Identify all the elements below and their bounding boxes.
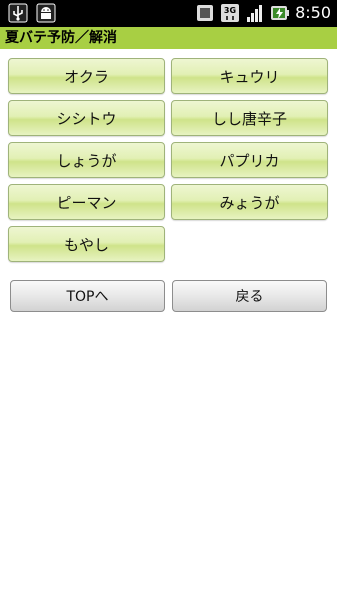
item-button-ginger[interactable]: しょうが [8, 142, 165, 178]
status-bar: 3G 8:50 [0, 0, 337, 27]
item-button-bean-sprouts[interactable]: もやし [8, 226, 165, 262]
item-button-cucumber[interactable]: キュウリ [171, 58, 328, 94]
item-button-paprika[interactable]: パプリカ [171, 142, 328, 178]
svg-text:3G: 3G [224, 6, 236, 15]
android-debug-icon [36, 3, 56, 23]
usb-icon [8, 3, 28, 23]
3g-icon: 3G [220, 3, 240, 23]
sim-icon [195, 3, 215, 23]
battery-charging-icon [270, 3, 290, 23]
item-button-myoga[interactable]: みょうが [171, 184, 328, 220]
nav-row: TOPへ 戻る [10, 280, 327, 312]
page-title: 夏バテ予防／解消 [0, 27, 337, 49]
signal-icon [245, 3, 265, 23]
item-button-okra[interactable]: オクラ [8, 58, 165, 94]
back-button[interactable]: 戻る [172, 280, 327, 312]
clock: 8:50 [295, 3, 331, 22]
top-button[interactable]: TOPへ [10, 280, 165, 312]
item-button-shishito[interactable]: シシトウ [8, 100, 165, 136]
item-button-shishi-pepper[interactable]: しし唐辛子 [171, 100, 328, 136]
item-grid: オクラ キュウリ シシトウ しし唐辛子 しょうが パプリカ ピーマン みょうが … [8, 58, 328, 262]
item-button-green-pepper[interactable]: ピーマン [8, 184, 165, 220]
